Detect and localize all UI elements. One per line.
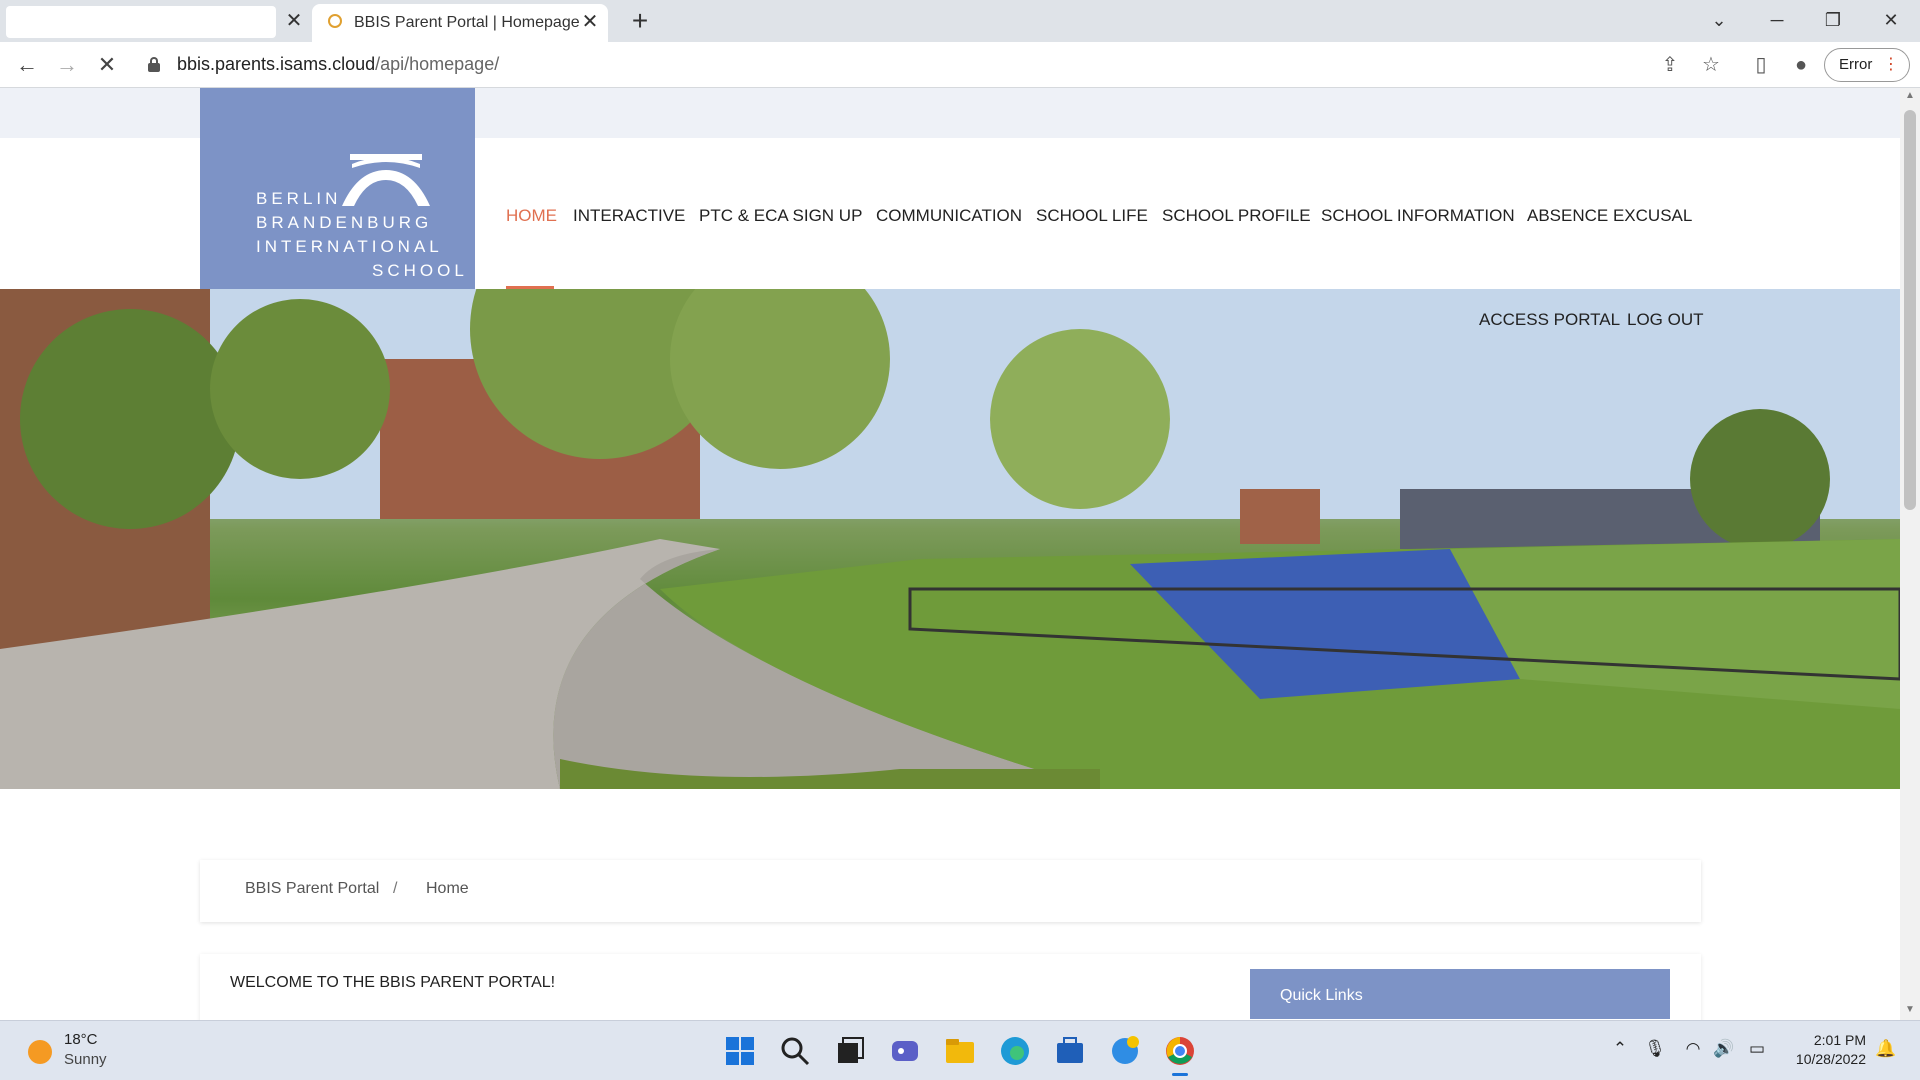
notification-icon[interactable]: 🔔 (1874, 1039, 1898, 1059)
scroll-up-icon[interactable]: ▲ (1904, 90, 1916, 102)
logo-line: INTERNATIONAL (256, 237, 443, 256)
wifi-icon[interactable]: ◠ (1681, 1039, 1705, 1059)
close-tab-icon[interactable]: ✕ (578, 10, 602, 34)
store-icon[interactable] (1052, 1033, 1088, 1069)
page-viewport: BERLIN BRANDENBURG INTERNATIONAL SCHOOL … (0, 88, 1900, 1020)
browser-tab-active[interactable]: BBIS Parent Portal | Homepage ✕ (312, 4, 608, 42)
browser-tab-bar: ✕ BBIS Parent Portal | Homepage ✕ + ⌄ ─ … (0, 0, 1920, 42)
edge-browser-icon[interactable] (997, 1033, 1033, 1069)
menu-dots-icon: ⋮ (1883, 56, 1899, 73)
browser-toolbar: ← → ✕ bbis.parents.isams.cloud/api/homep… (0, 42, 1920, 88)
breadcrumb-separator: / (393, 880, 398, 897)
breadcrumb-root-link[interactable]: BBIS Parent Portal (245, 880, 379, 898)
breadcrumb-current: Home (426, 880, 469, 897)
volume-icon[interactable]: 🔊 (1712, 1039, 1736, 1059)
logo-line: BERLIN (256, 189, 342, 208)
nav-absence-excusal[interactable]: ABSENCE EXCUSAL (1527, 206, 1692, 226)
windows-start-icon[interactable] (722, 1033, 758, 1069)
bookmark-star-icon[interactable]: ☆ (1697, 51, 1725, 79)
weather-temperature[interactable]: 18°C (64, 1031, 98, 1048)
forward-arrow-icon[interactable]: → (52, 50, 82, 80)
lock-icon[interactable] (148, 57, 160, 72)
log-out-link[interactable]: LOG OUT (1627, 310, 1704, 330)
scrollbar-thumb[interactable] (1904, 110, 1916, 510)
minimize-icon[interactable]: ─ (1754, 4, 1800, 36)
clock-date: 10/28/2022 (1795, 1051, 1866, 1067)
restore-icon[interactable]: ❐ (1810, 4, 1856, 36)
tab-title: BBIS Parent Portal | Homepage (354, 14, 580, 31)
back-arrow-icon[interactable]: ← (12, 50, 42, 80)
weather-condition[interactable]: Sunny (64, 1051, 107, 1068)
share-icon[interactable]: ⇪ (1656, 51, 1684, 79)
bridge-logo-icon (342, 154, 430, 206)
windows-taskbar: 18°C Sunny ⌃ 🎙 ◠ 🔊 ▭ 2:01 PM 10/28/2022 … (0, 1020, 1920, 1080)
task-view-icon[interactable] (832, 1033, 868, 1069)
close-window-icon[interactable]: ✕ (1868, 4, 1914, 36)
nav-school-life[interactable]: SCHOOL LIFE (1036, 206, 1148, 226)
quick-links-panel[interactable]: Quick Links (1250, 969, 1670, 1019)
nav-home[interactable]: HOME (506, 206, 557, 226)
address-bar[interactable]: bbis.parents.isams.cloud/api/homepage/ (177, 54, 499, 75)
battery-icon[interactable]: ▭ (1745, 1039, 1769, 1059)
logo-line: BRANDENBURG (256, 213, 433, 232)
nav-communication[interactable]: COMMUNICATION (876, 206, 1022, 226)
weather-sun-icon[interactable] (28, 1040, 52, 1064)
nav-school-profile[interactable]: SCHOOL PROFILE (1162, 206, 1311, 226)
url-host: bbis.parents.isams.cloud (177, 54, 376, 74)
quick-links-heading: Quick Links (1280, 987, 1363, 1004)
chevron-up-icon[interactable]: ⌃ (1608, 1039, 1632, 1059)
url-path: /api/homepage/ (375, 54, 500, 74)
microphone-icon[interactable]: 🎙 (1643, 1039, 1667, 1059)
profile-icon[interactable]: ● (1787, 51, 1815, 79)
side-panel-icon[interactable]: ▯ (1747, 51, 1775, 79)
scroll-down-icon[interactable]: ▼ (1904, 1004, 1916, 1016)
new-tab-button[interactable]: + (624, 6, 656, 38)
active-app-indicator (1172, 1073, 1188, 1076)
tab-list-chevron-icon[interactable]: ⌄ (1696, 4, 1742, 36)
page-scrollbar[interactable]: ▲ ▼ (1900, 88, 1920, 1020)
close-tab-icon[interactable]: ✕ (282, 9, 306, 33)
clock-time: 2:01 PM (1813, 1032, 1866, 1048)
nav-interactive[interactable]: INTERACTIVE (573, 206, 685, 226)
stop-loading-icon[interactable]: ✕ (92, 50, 122, 80)
app-icon[interactable] (1107, 1033, 1143, 1069)
nav-school-information[interactable]: SCHOOL INFORMATION (1321, 206, 1515, 226)
error-label: Error (1839, 56, 1873, 73)
error-button[interactable]: Error ⋮ (1824, 48, 1910, 82)
welcome-heading: WELCOME TO THE BBIS PARENT PORTAL! (230, 974, 556, 991)
teams-chat-icon[interactable] (887, 1033, 923, 1069)
breadcrumb: BBIS Parent Portal / Home (200, 860, 1701, 922)
welcome-panel: WELCOME TO THE BBIS PARENT PORTAL! Quick… (200, 954, 1701, 1020)
campus-photo (0, 289, 1900, 789)
access-portal-link[interactable]: ACCESS PORTAL (1479, 310, 1620, 330)
file-explorer-icon[interactable] (942, 1033, 978, 1069)
logo-line: SCHOOL (372, 261, 468, 280)
hero-image: ACCESS PORTAL LOG OUT (0, 289, 1900, 789)
chrome-browser-icon[interactable] (1162, 1033, 1198, 1069)
system-clock[interactable]: 2:01 PM 10/28/2022 (1782, 1031, 1866, 1069)
browser-tab-blank[interactable] (6, 6, 276, 38)
search-icon[interactable] (777, 1033, 813, 1069)
nav-ptc-eca-sign-up[interactable]: PTC & ECA SIGN UP (699, 206, 862, 226)
favicon-icon (328, 14, 342, 28)
